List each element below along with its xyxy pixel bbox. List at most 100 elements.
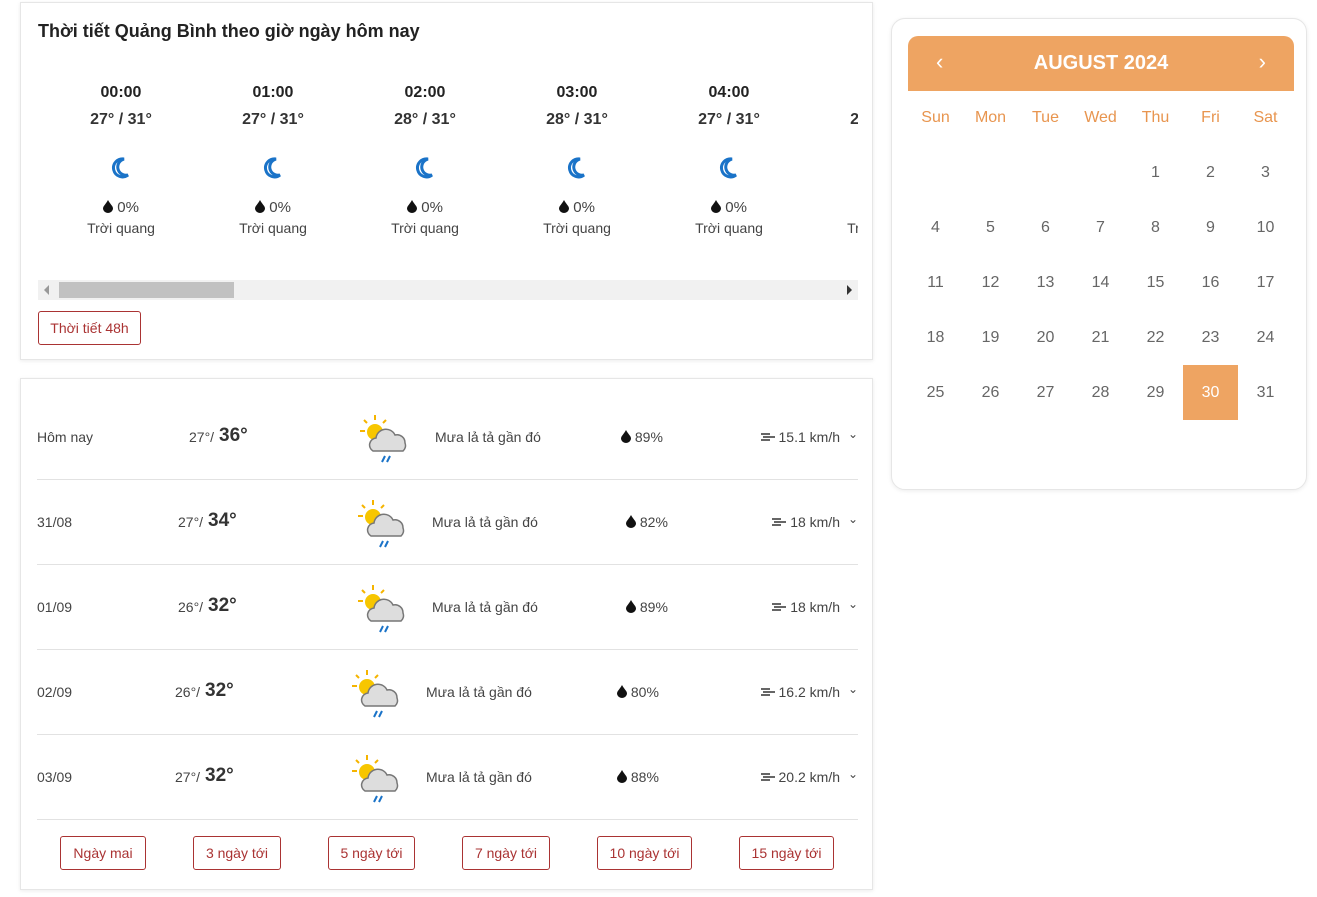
daily-row[interactable]: 31/08 27°/ 34° Mưa lả tả gần đó 82% 18 k… xyxy=(37,480,858,565)
hour-rain: 0% xyxy=(51,199,191,216)
hourly-item: 04:00 27° / 31° 0% Trời quang xyxy=(659,83,799,236)
wind-value: 16.2 km/h xyxy=(778,684,840,700)
calendar-day[interactable]: 22 xyxy=(1128,310,1183,365)
chevron-down-icon[interactable]: ⌄ xyxy=(848,512,858,526)
chevron-down-icon[interactable]: ⌄ xyxy=(848,427,858,441)
calendar-day[interactable]: 2 xyxy=(1183,145,1238,200)
calendar-day[interactable]: 19 xyxy=(963,310,1018,365)
sun-cloud-rain-icon xyxy=(351,753,407,808)
chevron-down-icon[interactable]: ⌄ xyxy=(848,597,858,611)
calendar-day[interactable]: 15 xyxy=(1128,255,1183,310)
rain-chance: 0% xyxy=(269,199,291,216)
calendar-day[interactable]: 8 xyxy=(1128,200,1183,255)
rain-chance: 0% xyxy=(117,199,139,216)
day-low-temp: 26°/ xyxy=(178,599,204,615)
day-low-temp: 27°/ xyxy=(189,429,215,445)
calendar-day[interactable]: 31 xyxy=(1238,365,1293,420)
calendar-day[interactable]: 23 xyxy=(1183,310,1238,365)
calendar-day[interactable]: 11 xyxy=(908,255,963,310)
horizontal-scrollbar[interactable] xyxy=(38,280,858,300)
wind-icon xyxy=(760,769,775,785)
forecast-range-button[interactable]: 15 ngày tới xyxy=(739,836,834,870)
48h-forecast-button[interactable]: Thời tiết 48h xyxy=(38,311,141,345)
forecast-range-button[interactable]: Ngày mai xyxy=(60,836,146,870)
wind-icon xyxy=(772,599,787,615)
hour-rain: 0% xyxy=(507,199,647,216)
calendar-day[interactable]: 18 xyxy=(908,310,963,365)
day-high-temp: 32° xyxy=(205,680,234,701)
calendar-day[interactable]: 17 xyxy=(1238,255,1293,310)
wind-value: 18 km/h xyxy=(790,599,840,615)
daily-row[interactable]: 02/09 26°/ 32° Mưa lả tả gần đó 80% 16.2… xyxy=(37,650,858,735)
calendar-day[interactable]: 24 xyxy=(1238,310,1293,365)
daily-row[interactable]: Hôm nay 27°/ 36° Mưa lả tả gần đó 89% 15… xyxy=(37,395,858,480)
day-desc: Mưa lả tả gần đó xyxy=(435,429,541,445)
day-date: 01/09 xyxy=(37,599,73,615)
day-humidity: 89% xyxy=(626,599,668,615)
calendar-day[interactable]: 1 xyxy=(1128,145,1183,200)
day-low-temp: 27°/ xyxy=(178,514,204,530)
day-humidity: 88% xyxy=(617,769,659,785)
calendar-day[interactable]: 4 xyxy=(908,200,963,255)
day-high-temp: 32° xyxy=(205,765,234,786)
weekday-label: Wed xyxy=(1084,109,1117,126)
raindrop-icon xyxy=(255,199,266,216)
raindrop-icon xyxy=(711,199,722,216)
calendar-day[interactable]: 6 xyxy=(1018,200,1073,255)
calendar-day[interactable]: 21 xyxy=(1073,310,1128,365)
wind-value: 20.2 km/h xyxy=(778,769,840,785)
scroll-left-icon[interactable] xyxy=(44,285,49,295)
calendar-day[interactable]: 3 xyxy=(1238,145,1293,200)
moon-icon xyxy=(659,157,799,199)
wind-icon xyxy=(772,514,787,530)
calendar-day[interactable]: 28 xyxy=(1073,365,1128,420)
calendar-day[interactable]: 26 xyxy=(963,365,1018,420)
daily-row[interactable]: 03/09 27°/ 32° Mưa lả tả gần đó 88% 20.2… xyxy=(37,735,858,820)
calendar-day[interactable]: 13 xyxy=(1018,255,1073,310)
calendar-day[interactable]: 16 xyxy=(1183,255,1238,310)
chevron-down-icon[interactable]: ⌄ xyxy=(848,767,858,781)
calendar-month-title: AUGUST 2024 xyxy=(1033,52,1169,74)
weekday-label: Sun xyxy=(921,109,950,126)
forecast-range-button[interactable]: 7 ngày tới xyxy=(462,836,550,870)
calendar-day[interactable]: 29 xyxy=(1128,365,1183,420)
calendar-day[interactable]: 14 xyxy=(1073,255,1128,310)
hour-time: 05:00 xyxy=(811,83,858,111)
wind-value: 15.1 km/h xyxy=(778,429,840,445)
scrollbar-thumb[interactable] xyxy=(59,282,234,298)
calendar-day[interactable]: 5 xyxy=(963,200,1018,255)
daily-row[interactable]: 01/09 26°/ 32° Mưa lả tả gần đó 89% 18 k… xyxy=(37,565,858,650)
rain-chance: 0% xyxy=(421,199,443,216)
day-humidity: 89% xyxy=(621,429,663,445)
calendar-day[interactable]: 7 xyxy=(1073,200,1128,255)
calendar-day-selected[interactable]: 30 xyxy=(1183,365,1238,420)
chevron-down-icon[interactable]: ⌄ xyxy=(848,682,858,696)
calendar-day[interactable]: 25 xyxy=(908,365,963,420)
hourly-item: 00:00 27° / 31° 0% Trời quang xyxy=(51,83,191,236)
raindrop-icon xyxy=(103,199,114,216)
calendar-day[interactable]: 12 xyxy=(963,255,1018,310)
moon-icon xyxy=(203,157,343,199)
calendar-day[interactable]: 10 xyxy=(1238,200,1293,255)
day-date: Hôm nay xyxy=(37,429,94,445)
forecast-range-button[interactable]: 10 ngày tới xyxy=(597,836,692,870)
calendar-day[interactable]: 27 xyxy=(1018,365,1073,420)
sun-cloud-rain-icon xyxy=(357,498,413,553)
scroll-right-icon[interactable] xyxy=(847,285,852,295)
hourly-forecast-card: Thời tiết Quảng Bình theo giờ ngày hôm n… xyxy=(20,2,873,360)
forecast-range-button[interactable]: 5 ngày tới xyxy=(328,836,415,870)
forecast-range-button[interactable]: 3 ngày tới xyxy=(193,836,281,870)
sun-cloud-rain-icon xyxy=(359,413,415,468)
day-humidity: 80% xyxy=(617,684,659,700)
calendar-day[interactable]: 9 xyxy=(1183,200,1238,255)
day-humidity: 82% xyxy=(626,514,668,530)
humidity-value: 89% xyxy=(639,599,668,615)
calendar-header: ‹ AUGUST 2024 › xyxy=(908,36,1294,91)
hour-temp: 27° / 31° xyxy=(698,111,760,128)
calendar: ‹ AUGUST 2024 › Sun Mon Tue Wed Thu Fri Sat 1 2 3… xyxy=(891,18,1307,490)
calendar-day[interactable]: 20 xyxy=(1018,310,1073,365)
hourly-item: 01:00 27° / 31° 0% Trời quang xyxy=(203,83,343,236)
next-month-button[interactable]: › xyxy=(1259,49,1266,75)
hour-rain: 0% xyxy=(203,199,343,216)
hour-temp: 28° / 31° xyxy=(394,111,456,128)
